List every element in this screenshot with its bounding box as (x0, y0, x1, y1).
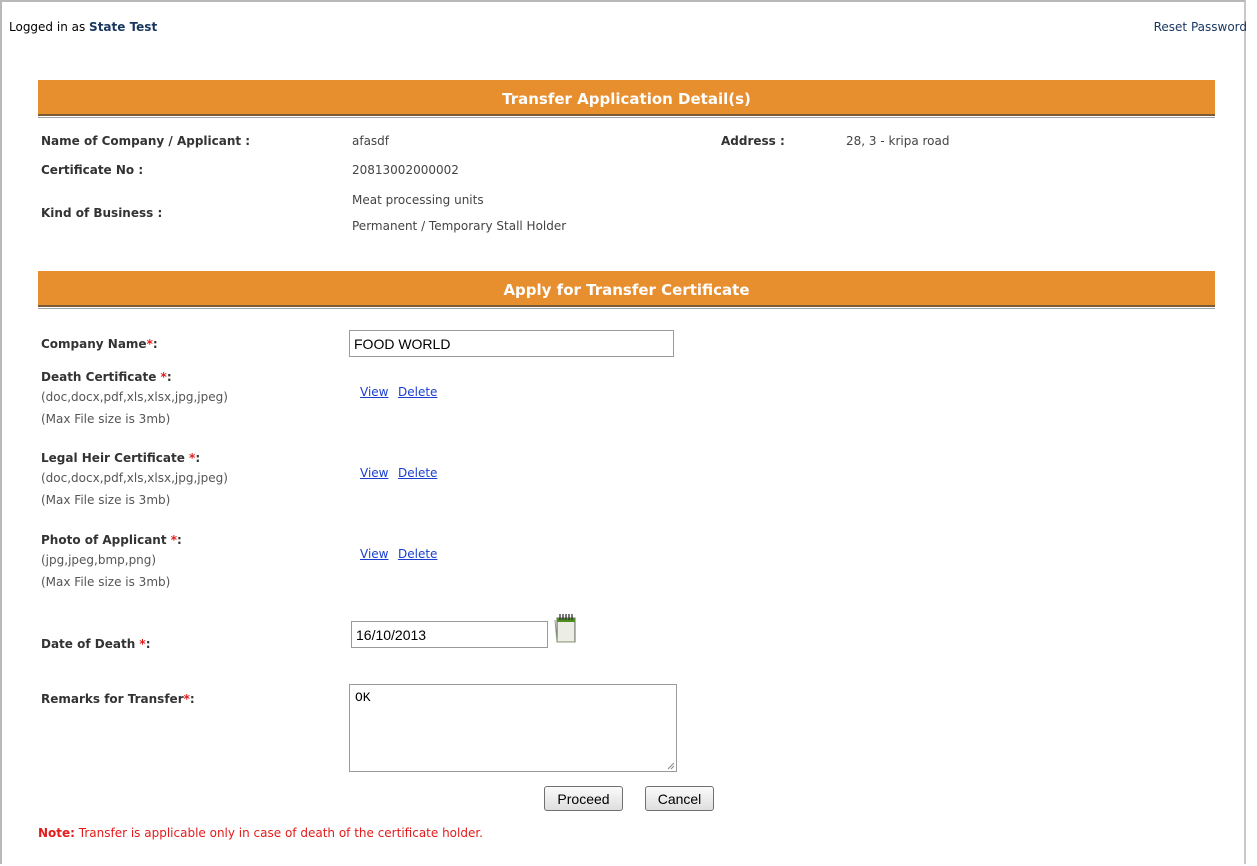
legal-heir-certificate-label: Legal Heir Certificate *: (41, 451, 201, 465)
company-name-label: Company Name*: (41, 337, 158, 351)
details-divider (38, 117, 1215, 118)
date-of-death-label: Date of Death *: (41, 637, 151, 651)
transfer-note: Note: Transfer is applicable only in cas… (38, 826, 483, 840)
remarks-textarea[interactable]: OK (349, 684, 677, 772)
legal-heir-view-link[interactable]: View (360, 466, 388, 480)
company-applicant-value: afasdf (352, 134, 390, 148)
transfer-divider (38, 308, 1215, 309)
calendar-icon[interactable] (553, 610, 579, 644)
top-bar: Logged in as State Test Reset Password (9, 20, 1247, 36)
date-of-death-input[interactable] (351, 621, 548, 648)
death-certificate-view-link[interactable]: View (360, 385, 388, 399)
kind-of-business-label: Kind of Business : (41, 206, 163, 220)
business-type-line1: Meat processing units (352, 193, 484, 207)
resize-grip-icon[interactable] (667, 762, 675, 770)
photo-of-applicant-hint: (jpg,jpeg,bmp,png) (Max File size is 3mb… (41, 553, 171, 589)
certificate-no-value: 20813002000002 (352, 163, 459, 177)
death-certificate-hint: (doc,docx,pdf,xls,xlsx,jpg,jpeg) (Max Fi… (41, 390, 228, 426)
address-label: Address : (721, 134, 785, 148)
company-name-input[interactable] (349, 330, 674, 357)
reset-password-link[interactable]: Reset Password (1154, 20, 1247, 34)
business-type-line2: Permanent / Temporary Stall Holder (352, 219, 567, 233)
death-certificate-delete-link[interactable]: Delete (398, 385, 437, 399)
transfer-section-header: Apply for Transfer Certificate (38, 271, 1215, 307)
remarks-label: Remarks for Transfer*: (41, 692, 195, 706)
proceed-button[interactable]: Proceed (544, 786, 623, 811)
note-prefix: Note: (38, 826, 75, 840)
legal-heir-certificate-hint: (doc,docx,pdf,xls,xlsx,jpg,jpeg) (Max Fi… (41, 471, 228, 507)
certificate-no-label: Certificate No : (41, 163, 144, 177)
remarks-container: OK (349, 684, 677, 772)
photo-delete-link[interactable]: Delete (398, 547, 437, 561)
logged-in-status: Logged in as State Test (9, 20, 158, 34)
details-section-header: Transfer Application Detail(s) (38, 80, 1215, 116)
user-name: State Test (89, 20, 158, 34)
note-text: Transfer is applicable only in case of d… (74, 826, 483, 840)
legal-heir-delete-link[interactable]: Delete (398, 466, 437, 480)
cancel-button[interactable]: Cancel (645, 786, 714, 811)
photo-of-applicant-label: Photo of Applicant *: (41, 533, 182, 547)
photo-view-link[interactable]: View (360, 547, 388, 561)
death-certificate-label: Death Certificate *: (41, 370, 172, 384)
company-applicant-label: Name of Company / Applicant : (41, 134, 251, 148)
address-value: 28, 3 - kripa road (846, 134, 950, 148)
